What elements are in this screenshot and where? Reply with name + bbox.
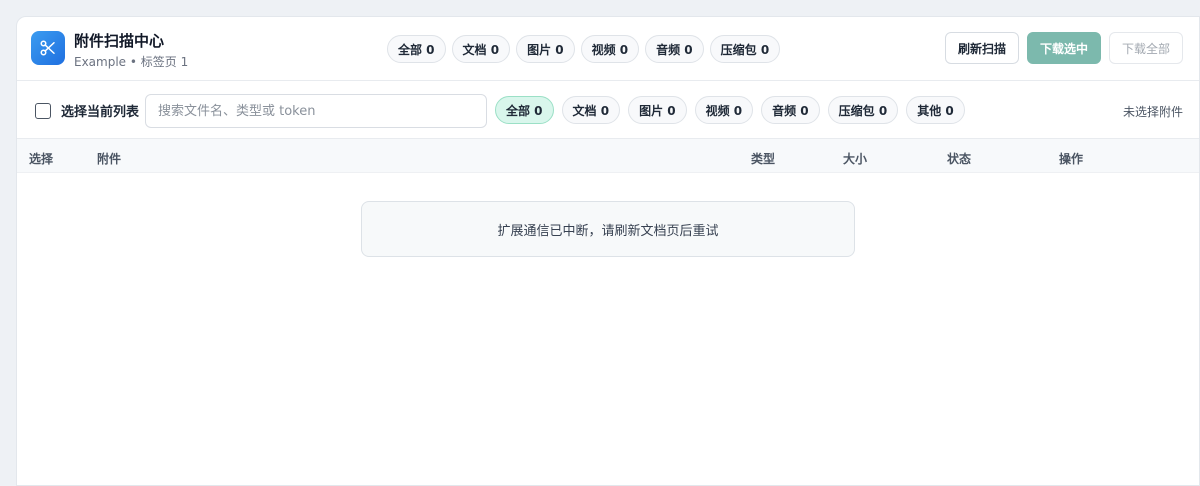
summary-chip-images[interactable]: 图片 0: [516, 35, 575, 63]
summary-chip-archives[interactable]: 压缩包 0: [709, 35, 781, 63]
filter-chip-other[interactable]: 其他 0: [906, 96, 965, 124]
attachment-scanner-panel: 附件扫描中心 Example • 标签页 1 全部 0 文档 0 图片 0 视频…: [16, 16, 1200, 486]
refresh-scan-button[interactable]: 刷新扫描: [944, 32, 1019, 64]
summary-chip-audio[interactable]: 音频 0: [645, 35, 704, 63]
column-header-status: 状态: [947, 152, 972, 166]
app-subtitle: Example • 标签页 1: [74, 55, 189, 69]
select-all-checkbox[interactable]: [35, 102, 51, 119]
summary-chip-all[interactable]: 全部 0: [387, 35, 446, 63]
summary-chip-documents[interactable]: 文档 0: [451, 35, 511, 63]
scissors-icon: [31, 31, 65, 65]
filter-chip-all[interactable]: 全部 0: [495, 96, 554, 124]
toolbar: 选择当前列表 全部 0 文档 0 图片 0 视频 0 音频 0 压缩包 0 其他…: [17, 81, 1199, 139]
filter-chip-images[interactable]: 图片 0: [628, 96, 687, 124]
app-title: 附件扫描中心: [74, 32, 165, 50]
column-header-attachment: 附件: [97, 152, 122, 166]
header: 附件扫描中心 Example • 标签页 1 全部 0 文档 0 图片 0 视频…: [17, 17, 1199, 81]
column-header-size: 大小: [843, 152, 868, 166]
select-all-control[interactable]: 选择当前列表: [35, 101, 139, 120]
empty-state-message: 扩展通信已中断，请刷新文档页后重试: [361, 201, 855, 257]
select-all-label: 选择当前列表: [61, 105, 140, 120]
summary-chip-videos[interactable]: 视频 0: [580, 35, 640, 63]
column-header-actions: 操作: [1059, 152, 1084, 166]
filter-chip-audio[interactable]: 音频 0: [761, 96, 820, 124]
header-actions: 刷新扫描 下载选中 下载全部: [944, 32, 1183, 64]
filter-chips: 全部 0 文档 0 图片 0 视频 0 音频 0 压缩包 0 其他 0: [495, 96, 965, 124]
filter-chip-videos[interactable]: 视频 0: [694, 96, 754, 124]
filter-chip-archives[interactable]: 压缩包 0: [827, 96, 899, 124]
download-selected-button[interactable]: 下载选中: [1026, 32, 1101, 64]
selection-status: 未选择附件: [1122, 105, 1183, 119]
download-all-button[interactable]: 下载全部: [1108, 32, 1183, 64]
table-header: 选择 附件 类型 大小 状态 操作: [17, 139, 1199, 173]
column-header-type: 类型: [751, 152, 776, 166]
column-header-select: 选择: [29, 152, 54, 166]
search-input[interactable]: [145, 94, 487, 128]
summary-chips: 全部 0 文档 0 图片 0 视频 0 音频 0 压缩包 0: [387, 35, 781, 63]
filter-chip-documents[interactable]: 文档 0: [561, 96, 621, 124]
